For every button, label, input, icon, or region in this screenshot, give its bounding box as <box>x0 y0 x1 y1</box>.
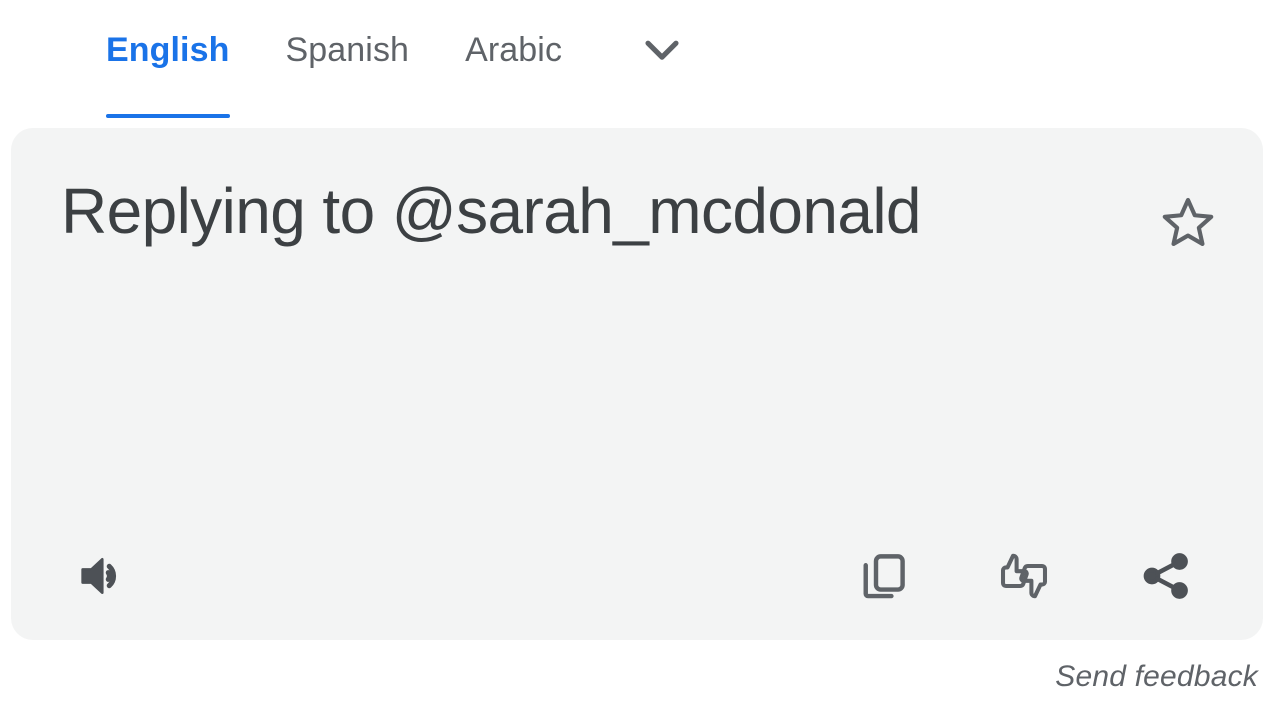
send-feedback-link[interactable]: Send feedback <box>1055 660 1258 694</box>
secondary-actions <box>849 539 1219 613</box>
listen-button[interactable] <box>67 541 137 611</box>
language-tab-bar: English Spanish Arabic <box>0 0 1280 128</box>
more-languages-button[interactable] <box>634 0 690 128</box>
thumbs-up-down-icon <box>993 545 1055 607</box>
translation-text: Replying to @sarah_mcdonald <box>61 175 922 247</box>
chevron-down-icon <box>634 21 690 77</box>
copy-button[interactable] <box>849 542 917 610</box>
rate-translation-button[interactable] <box>987 539 1061 613</box>
share-icon <box>1137 547 1195 605</box>
result-header: Replying to @sarah_mcdonald <box>11 128 1263 258</box>
translation-result-card: Replying to @sarah_mcdonald <box>11 128 1263 640</box>
tab-spanish-label: Spanish <box>285 30 410 69</box>
result-action-bar <box>11 546 1263 606</box>
tab-english[interactable]: English <box>106 0 230 128</box>
copy-icon <box>855 548 911 604</box>
tab-spanish[interactable]: Spanish <box>286 0 410 128</box>
volume-up-icon <box>73 547 131 605</box>
tab-arabic[interactable]: Arabic <box>465 0 562 128</box>
tab-arabic-label: Arabic <box>465 30 563 69</box>
tab-english-label: English <box>106 30 230 69</box>
share-button[interactable] <box>1131 541 1201 611</box>
save-translation-button[interactable] <box>1153 188 1223 258</box>
star-outline-icon <box>1157 192 1219 254</box>
